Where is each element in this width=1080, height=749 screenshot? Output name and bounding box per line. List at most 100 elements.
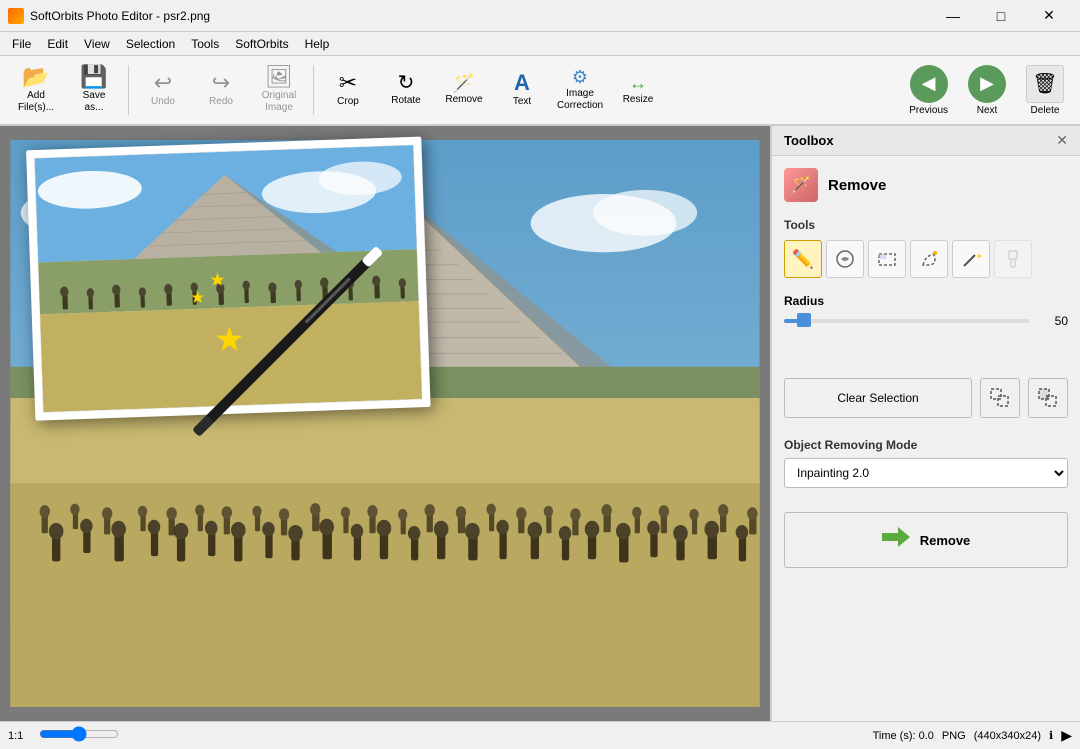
toolbar-redo-button[interactable]: ↪ Redo bbox=[193, 60, 249, 120]
remove-icon: 🪄 bbox=[453, 74, 475, 92]
mode-select[interactable]: Inpainting 2.0 Inpainting 1.0 Smart Fill bbox=[784, 458, 1068, 488]
toolbar-original-button[interactable]: 🖼 OriginalImage bbox=[251, 60, 307, 120]
toolbar-correction-button[interactable]: ⚙ ImageCorrection bbox=[552, 60, 608, 120]
toolbox-close-button[interactable]: ✕ bbox=[1056, 132, 1068, 149]
crop-icon: ✂ bbox=[339, 72, 357, 94]
original-icon: 🖼 bbox=[265, 66, 293, 88]
remove-action-button[interactable]: Remove bbox=[784, 512, 1068, 568]
menu-file[interactable]: File bbox=[4, 35, 39, 53]
rotate-label: Rotate bbox=[391, 95, 420, 107]
remove-section-title: Remove bbox=[828, 177, 886, 194]
remove-label: Remove bbox=[445, 94, 482, 106]
separator-2 bbox=[313, 65, 314, 115]
undo-icon: ↩ bbox=[154, 72, 172, 94]
toolbar: 📂 AddFile(s)... 💾 Saveas... ↩ Undo ↪ Red… bbox=[0, 56, 1080, 126]
delete-button[interactable]: 🗑 Delete bbox=[1018, 61, 1072, 120]
previous-button[interactable]: ◀ Previous bbox=[901, 61, 956, 120]
title-bar: SoftOrbits Photo Editor - psr2.png — □ ✕ bbox=[0, 0, 1080, 32]
separator-1 bbox=[128, 65, 129, 115]
text-label: Text bbox=[513, 96, 531, 108]
previous-label: Previous bbox=[909, 105, 948, 116]
redo-label: Redo bbox=[209, 96, 233, 108]
toolbox-header: Toolbox ✕ bbox=[772, 126, 1080, 156]
tool-brush[interactable]: ✏️ bbox=[784, 240, 822, 278]
menu-edit[interactable]: Edit bbox=[39, 35, 76, 53]
clear-selection-button[interactable]: Clear Selection bbox=[784, 378, 972, 418]
delete-label: Delete bbox=[1031, 105, 1060, 116]
selection-add-button[interactable] bbox=[980, 378, 1020, 418]
next-label: Next bbox=[977, 105, 998, 116]
minimize-button[interactable]: — bbox=[930, 0, 976, 32]
status-bar: 1:1 Time (s): 0.0 PNG (440x340x24) ℹ ▶ bbox=[0, 721, 1080, 749]
tool-magic-select[interactable] bbox=[910, 240, 948, 278]
radius-label: Radius bbox=[784, 294, 824, 308]
toolbar-rotate-button[interactable]: ↻ Rotate bbox=[378, 60, 434, 120]
zoom-slider-container bbox=[39, 726, 119, 745]
radius-value: 50 bbox=[1040, 314, 1068, 328]
menu-softorbits[interactable]: SoftOrbits bbox=[227, 35, 296, 53]
menu-view[interactable]: View bbox=[76, 35, 118, 53]
zoom-label: 1:1 bbox=[8, 730, 23, 742]
app-icon bbox=[8, 8, 24, 24]
tool-wand[interactable] bbox=[952, 240, 990, 278]
menu-bar: File Edit View Selection Tools SoftOrbit… bbox=[0, 32, 1080, 56]
menu-help[interactable]: Help bbox=[297, 35, 338, 53]
radius-row: 50 bbox=[784, 314, 1068, 328]
rotate-icon: ↻ bbox=[398, 73, 415, 93]
tool-rect-select[interactable] bbox=[868, 240, 906, 278]
previous-icon: ◀ bbox=[910, 65, 948, 103]
status-zoom: 1:1 bbox=[8, 730, 23, 742]
remove-btn-label: Remove bbox=[920, 533, 971, 548]
canvas-area[interactable] bbox=[0, 126, 770, 721]
toolbar-crop-button[interactable]: ✂ Crop bbox=[320, 60, 376, 120]
mode-label: Object Removing Mode bbox=[784, 438, 1068, 452]
add-icon: 📂 bbox=[22, 66, 49, 88]
maximize-button[interactable]: □ bbox=[978, 0, 1024, 32]
correction-label: ImageCorrection bbox=[557, 88, 603, 112]
tool-stamp[interactable] bbox=[994, 240, 1032, 278]
tool-eraser[interactable] bbox=[826, 240, 864, 278]
original-label: OriginalImage bbox=[262, 90, 296, 114]
next-button[interactable]: ▶ Next bbox=[960, 61, 1014, 120]
toolbox-title: Toolbox bbox=[784, 133, 834, 148]
format-info: PNG bbox=[942, 730, 966, 742]
menu-selection[interactable]: Selection bbox=[118, 35, 183, 53]
selection-subtract-button[interactable] bbox=[1028, 378, 1068, 418]
next-icon: ▶ bbox=[968, 65, 1006, 103]
toolbar-save-button[interactable]: 💾 Saveas... bbox=[66, 60, 122, 120]
resize-icon: ↔ bbox=[629, 74, 647, 92]
radius-slider[interactable] bbox=[784, 319, 1030, 323]
eraser-icon: 🪄 bbox=[791, 175, 811, 195]
photo-canvas bbox=[0, 126, 770, 721]
resize-label: Resize bbox=[623, 94, 654, 106]
zoom-slider[interactable] bbox=[39, 726, 119, 742]
add-label: AddFile(s)... bbox=[18, 90, 54, 114]
toolbox-body: 🪄 Remove Tools ✏️ bbox=[772, 156, 1080, 721]
close-button[interactable]: ✕ bbox=[1026, 0, 1072, 32]
window-controls: — □ ✕ bbox=[930, 0, 1072, 32]
title-bar-left: SoftOrbits Photo Editor - psr2.png bbox=[8, 8, 210, 24]
save-label: Saveas... bbox=[83, 90, 106, 114]
remove-header: 🪄 Remove bbox=[784, 168, 1068, 202]
save-icon: 💾 bbox=[80, 66, 107, 88]
redo-icon: ↪ bbox=[212, 72, 230, 94]
tools-section-label: Tools bbox=[784, 218, 1068, 232]
toolbar-add-button[interactable]: 📂 AddFile(s)... bbox=[8, 60, 64, 120]
share-icon[interactable]: ▶ bbox=[1061, 727, 1072, 744]
status-right: Time (s): 0.0 PNG (440x340x24) ℹ ▶ bbox=[873, 727, 1072, 744]
toolbox-panel: Toolbox ✕ 🪄 Remove Tools ✏️ bbox=[770, 126, 1080, 721]
undo-label: Undo bbox=[151, 96, 175, 108]
tools-row: ✏️ bbox=[784, 240, 1068, 278]
toolbar-nav: ◀ Previous ▶ Next 🗑 Delete bbox=[901, 61, 1072, 120]
toolbar-resize-button[interactable]: ↔ Resize bbox=[610, 60, 666, 120]
toolbar-remove-button[interactable]: 🪄 Remove bbox=[436, 60, 492, 120]
toolbar-text-button[interactable]: A Text bbox=[494, 60, 550, 120]
correction-icon: ⚙ bbox=[572, 68, 588, 86]
crop-label: Crop bbox=[337, 96, 359, 108]
delete-icon: 🗑 bbox=[1026, 65, 1064, 103]
remove-arrow-icon bbox=[882, 525, 910, 555]
toolbar-undo-button[interactable]: ↩ Undo bbox=[135, 60, 191, 120]
info-icon[interactable]: ℹ bbox=[1049, 729, 1053, 742]
selection-row: Clear Selection bbox=[784, 378, 1068, 418]
menu-tools[interactable]: Tools bbox=[183, 35, 227, 53]
